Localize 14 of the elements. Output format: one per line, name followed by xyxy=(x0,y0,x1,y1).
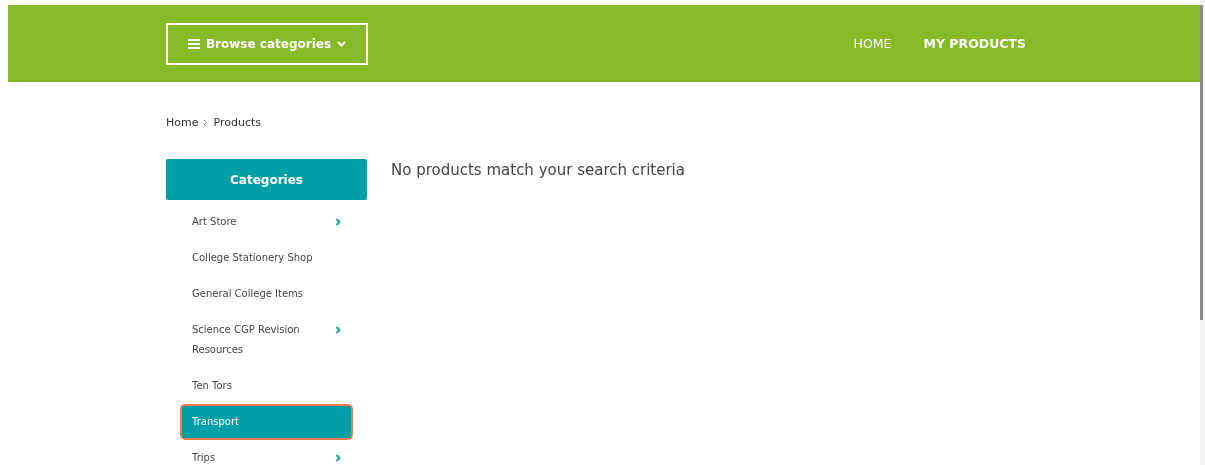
categories-header: Categories xyxy=(166,159,367,200)
category-item[interactable]: College Stationery Shop xyxy=(180,240,353,276)
breadcrumb-link[interactable]: Products xyxy=(213,116,261,129)
breadcrumb-link[interactable]: Home xyxy=(166,116,199,129)
category-item[interactable]: Art Store xyxy=(180,204,353,240)
menu-icon xyxy=(187,38,200,49)
breadcrumb-separator-icon xyxy=(203,119,209,126)
empty-results-message: No products match your search criteria xyxy=(391,161,685,181)
category-item[interactable]: Ten Tors xyxy=(180,368,353,404)
scrollbar[interactable] xyxy=(1200,0,1205,465)
category-item[interactable]: General College Items xyxy=(180,276,353,312)
category-item[interactable]: Trips xyxy=(180,440,353,465)
chevron-down-icon xyxy=(337,40,347,47)
category-item[interactable]: Science CGP Revision Resources xyxy=(180,312,353,368)
